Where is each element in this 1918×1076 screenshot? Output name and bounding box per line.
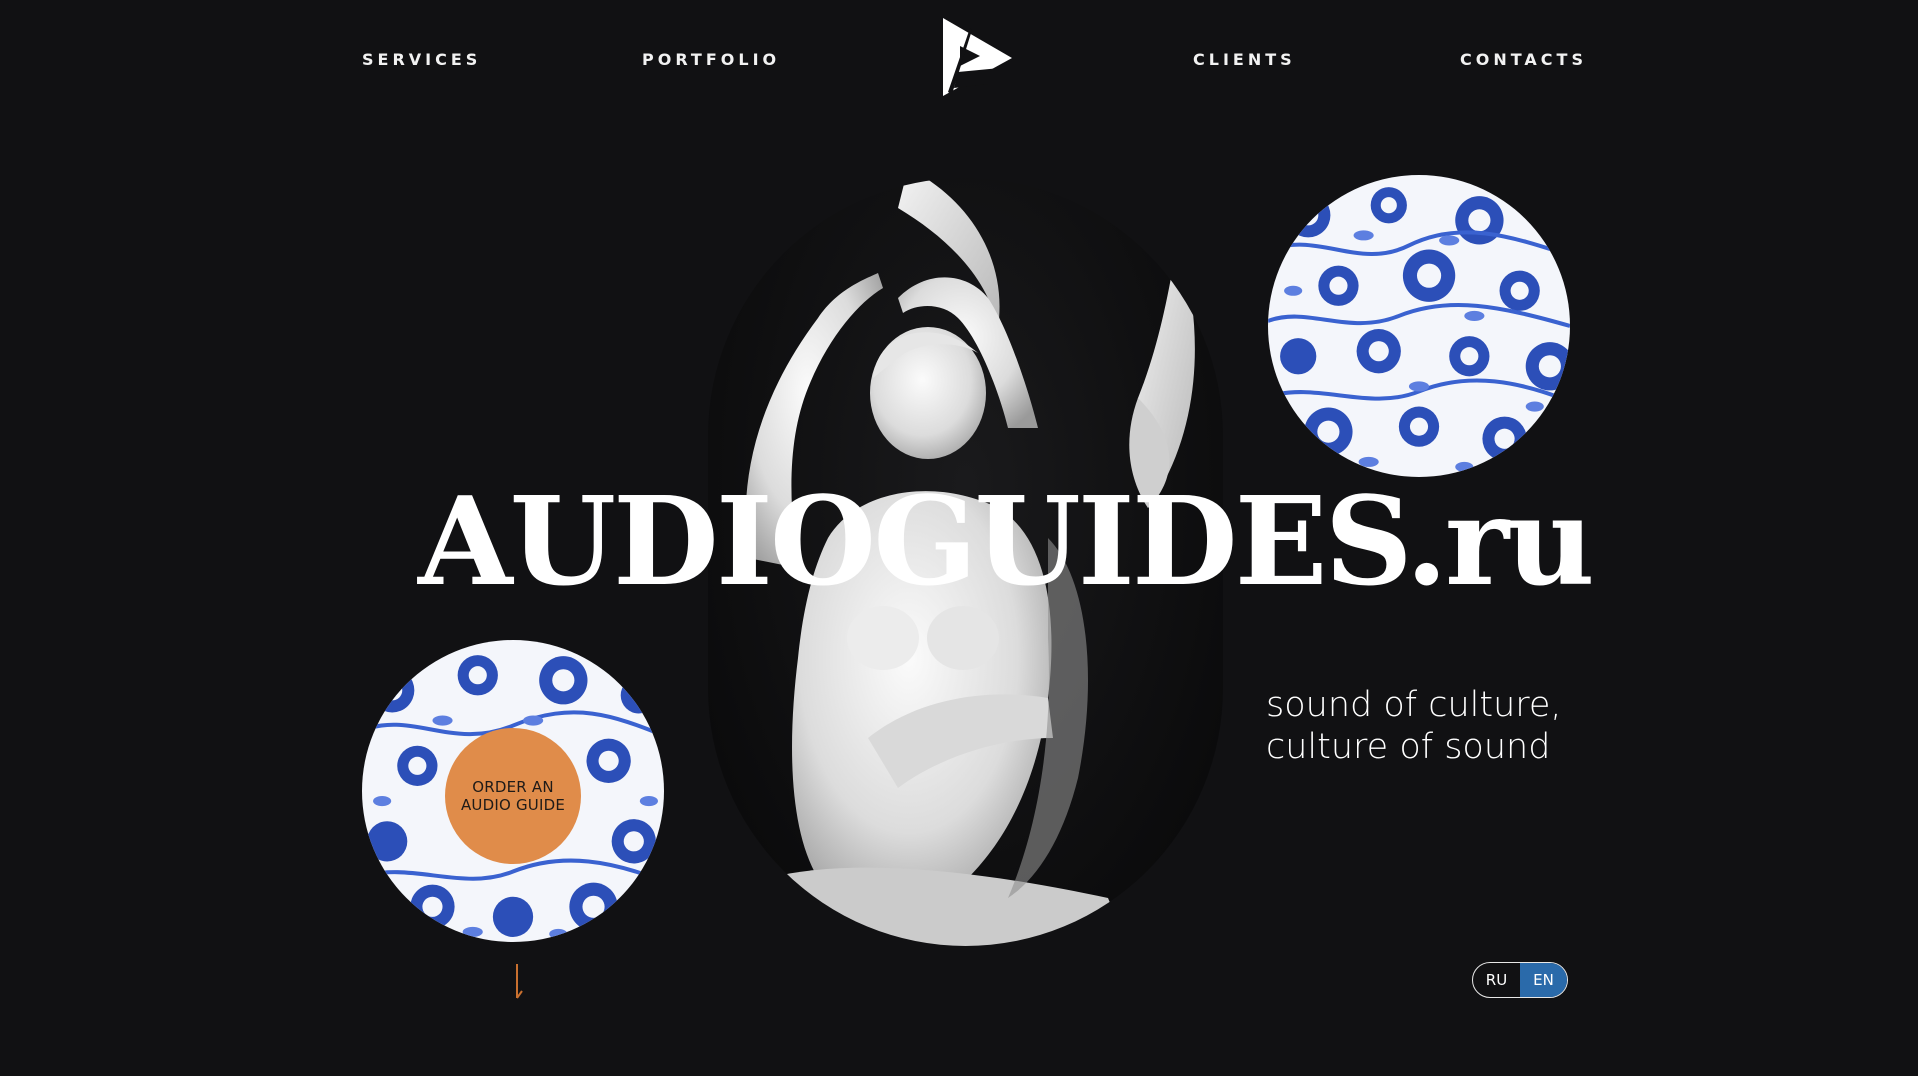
language-toggle: RU EN [1472, 962, 1568, 998]
order-audio-guide-label: ORDER AN AUDIO GUIDE [460, 778, 566, 814]
logo-icon[interactable] [940, 18, 1014, 96]
tagline-line-2: culture of sound [1266, 727, 1551, 767]
arrow-down-icon[interactable] [512, 962, 526, 1002]
language-option-en[interactable]: EN [1520, 963, 1567, 997]
nav-services[interactable]: SERVICES [362, 50, 481, 69]
language-option-ru[interactable]: RU [1473, 963, 1520, 997]
site-title: AUDIOGUIDES.ru [418, 469, 1595, 613]
nav-clients[interactable]: CLIENTS [1193, 50, 1296, 69]
order-audio-guide-button[interactable]: ORDER AN AUDIO GUIDE [445, 728, 581, 864]
gzhel-pattern-image-top [1268, 175, 1570, 477]
tagline: sound of culture, culture of sound [1266, 684, 1562, 768]
nav-contacts[interactable]: CONTACTS [1460, 50, 1587, 69]
tagline-line-1: sound of culture, [1266, 685, 1562, 725]
nav-portfolio[interactable]: PORTFOLIO [642, 50, 780, 69]
